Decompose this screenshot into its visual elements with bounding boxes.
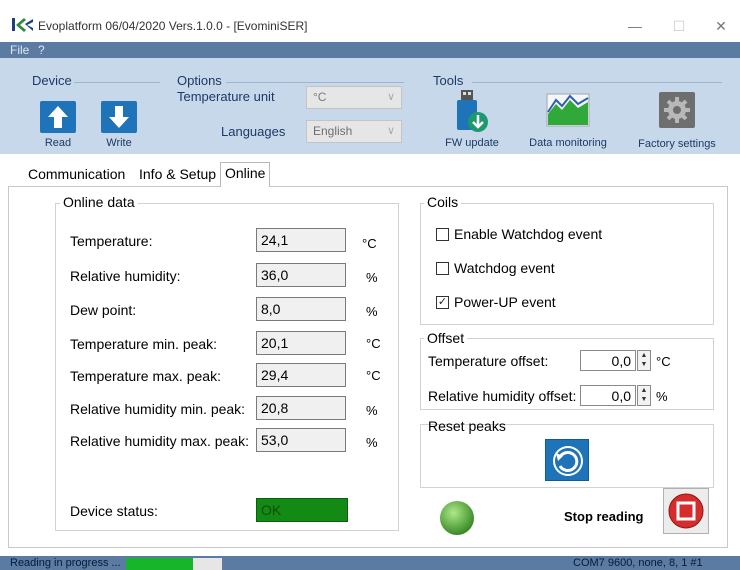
reading-status-led (440, 501, 474, 535)
menu-help[interactable]: ? (38, 43, 45, 57)
coils-title: Coils (424, 194, 462, 210)
stepper-up-icon[interactable]: ▲ (638, 351, 650, 360)
temperature-unit-value: °C (313, 90, 327, 104)
group-divider (226, 82, 404, 83)
chart-monitor-icon (546, 93, 590, 127)
fw-update-label: FW update (445, 137, 499, 149)
read-label: Read (44, 137, 72, 149)
temperature-value: 24,1 (256, 228, 346, 252)
temperature-offset-stepper[interactable]: ▲ ▼ (637, 350, 651, 371)
stop-reading-button[interactable] (663, 488, 709, 534)
temperature-max-peak-label: Temperature max. peak: (70, 368, 221, 384)
humidity-max-peak-label: Relative humidity max. peak: (70, 433, 249, 449)
temperature-offset-label: Temperature offset: (428, 353, 549, 369)
humidity-offset-stepper[interactable]: ▲ ▼ (637, 385, 651, 406)
humidity-max-peak-value: 53,0 (256, 428, 346, 452)
humidity-max-peak-unit: % (366, 435, 378, 450)
dew-point-value: 8,0 (256, 297, 346, 321)
tab-online[interactable]: Online (220, 162, 271, 187)
dew-point-label: Dew point: (70, 302, 137, 318)
reset-refresh-icon (553, 446, 583, 476)
chevron-down-icon: ∨ (386, 125, 395, 137)
reset-peaks-button[interactable] (545, 439, 589, 481)
status-message: Reading in progress ... (10, 557, 121, 569)
write-button[interactable] (101, 101, 137, 133)
tools-group-label: Tools (433, 73, 464, 88)
watchdog-event-checkbox[interactable] (436, 262, 449, 275)
humidity-offset-unit: % (656, 389, 668, 404)
options-group-label: Options (177, 73, 222, 88)
online-data-group (55, 203, 399, 531)
data-monitoring-label: Data monitoring (529, 137, 607, 149)
humidity-min-peak-unit: % (366, 403, 378, 418)
gear-icon (664, 97, 690, 123)
fw-update-button[interactable] (452, 88, 492, 134)
temperature-max-peak-unit: °C (366, 368, 381, 383)
write-label: Write (106, 137, 132, 149)
evo-logo-icon (12, 18, 33, 32)
temperature-min-peak-label: Temperature min. peak: (70, 336, 218, 352)
temperature-offset-input[interactable]: 0,0 (580, 350, 636, 371)
power-up-label: Power-UP event (454, 294, 556, 310)
power-up-checkbox[interactable]: ✓ (436, 296, 449, 309)
stop-reading-label: Stop reading (564, 509, 644, 524)
device-status-indicator: OK (256, 498, 348, 522)
tab-info-setup[interactable]: Info & Setup (135, 164, 220, 186)
languages-value: English (313, 124, 353, 138)
read-button[interactable] (40, 101, 76, 133)
reset-peaks-title: Reset peaks (428, 418, 506, 434)
languages-label: Languages (221, 124, 286, 139)
stop-icon (668, 493, 704, 529)
chevron-down-icon: ∨ (386, 91, 395, 103)
temperature-label: Temperature: (70, 233, 153, 249)
watchdog-event-label: Watchdog event (454, 260, 555, 276)
humidity-min-peak-value: 20,8 (256, 396, 346, 420)
reading-progress-bar (126, 558, 222, 570)
temperature-offset-unit: °C (656, 354, 671, 369)
usb-download-icon (457, 90, 488, 132)
temperature-min-peak-value: 20,1 (256, 331, 346, 355)
menu-bar: File ? (0, 42, 740, 58)
temperature-max-peak-value: 29,4 (256, 363, 346, 387)
factory-settings-label: Factory settings (638, 138, 716, 150)
humidity-value: 36,0 (256, 263, 346, 287)
humidity-offset-label: Relative humidity offset: (428, 388, 577, 404)
progress-fill (126, 558, 194, 570)
group-divider (472, 82, 722, 83)
window-title: Evoplatform 06/04/2020 Vers.1.0.0 - [Evo… (38, 19, 308, 33)
enable-watchdog-label: Enable Watchdog event (454, 226, 603, 242)
temperature-min-peak-unit: °C (366, 336, 381, 351)
humidity-min-peak-label: Relative humidity min. peak: (70, 401, 246, 417)
status-bar: Reading in progress ... COM7 9600, none,… (0, 556, 740, 570)
temperature-unit: °C (362, 236, 377, 251)
tab-communication[interactable]: Communication (24, 164, 129, 186)
stepper-down-icon[interactable]: ▼ (638, 395, 650, 404)
humidity-offset-input[interactable]: 0,0 (580, 385, 636, 406)
online-data-title: Online data (60, 194, 138, 210)
device-status-label: Device status: (70, 503, 158, 519)
temperature-unit-label: Temperature unit (177, 89, 275, 104)
stepper-up-icon[interactable]: ▲ (638, 386, 650, 395)
offset-title: Offset (424, 330, 468, 346)
group-divider (74, 82, 160, 83)
connection-info: COM7 9600, none, 8, 1 #1 (573, 557, 703, 569)
stepper-down-icon[interactable]: ▼ (638, 360, 650, 369)
humidity-label: Relative humidity: (70, 268, 181, 284)
dew-point-unit: % (366, 304, 378, 319)
data-monitoring-button[interactable] (546, 90, 590, 130)
temperature-unit-select[interactable]: °C ∨ (306, 86, 402, 109)
menu-file[interactable]: File (10, 43, 29, 57)
arrow-up-icon (48, 106, 68, 128)
minimize-button[interactable]: — (620, 14, 650, 38)
languages-select[interactable]: English ∨ (306, 120, 402, 143)
ribbon: Device Read Write Options Temperature un… (0, 58, 740, 154)
title-bar: Evoplatform 06/04/2020 Vers.1.0.0 - [Evo… (0, 0, 740, 42)
close-button[interactable]: ✕ (706, 14, 736, 38)
humidity-unit: % (366, 270, 378, 285)
arrow-down-icon (109, 106, 129, 128)
device-group-label: Device (32, 73, 72, 88)
maximize-button[interactable]: ☐ (664, 14, 694, 38)
enable-watchdog-checkbox[interactable] (436, 228, 449, 241)
factory-settings-button[interactable] (659, 92, 695, 128)
